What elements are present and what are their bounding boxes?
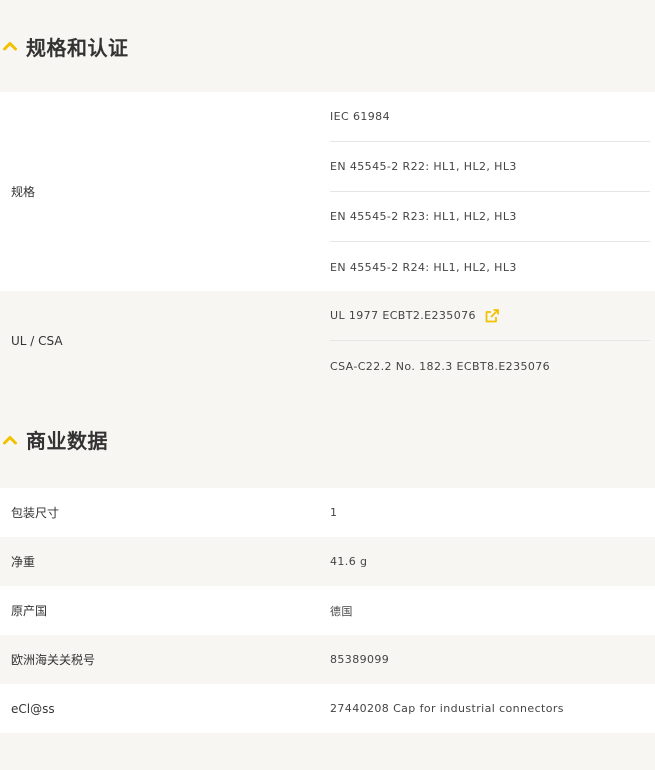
row-label: 包装尺寸: [11, 506, 60, 520]
row-values: IEC 61984 EN 45545-2 R22: HL1, HL2, HL3 …: [330, 92, 655, 291]
row-value: 85389099: [330, 653, 390, 666]
table-row: 包装尺寸 1: [0, 488, 655, 537]
section-title: 商业数据: [26, 429, 108, 453]
table-row: eCl@ss 27440208 Cap for industrial conne…: [0, 684, 655, 733]
row-value: IEC 61984: [330, 92, 650, 142]
commercial-table: 包装尺寸 1 净重 41.6 g 原产国 德国 欧洲海关关税号 85389099…: [0, 488, 655, 733]
chevron-up-icon[interactable]: [2, 434, 18, 446]
row-value: EN 45545-2 R24: HL1, HL2, HL3: [330, 260, 517, 274]
row-value: CSA-C22.2 No. 182.3 ECBT8.E235076: [330, 359, 551, 373]
row-label: 净重: [11, 555, 36, 569]
row-values: UL 1977 ECBT2.E235076 CSA-C22.2 No. 182.…: [330, 291, 655, 391]
row-value: 27440208 Cap for industrial connectors: [330, 702, 564, 715]
section-title: 规格和认证: [26, 35, 129, 60]
ul-value: UL 1977 ECBT2.E235076: [330, 309, 476, 322]
row-value: 1: [330, 506, 338, 519]
row-value: 41.6 g: [330, 555, 368, 568]
table-row: 规格 IEC 61984 EN 45545-2 R22: HL1, HL2, H…: [0, 92, 655, 291]
external-link-icon[interactable]: [484, 308, 500, 324]
row-label: 原产国: [11, 604, 48, 618]
row-label: 规格: [11, 185, 36, 199]
row-value: 德国: [330, 604, 353, 618]
table-row: 原产国 德国: [0, 586, 655, 635]
table-row: UL / CSA UL 1977 ECBT2.E235076 CSA-C22.2…: [0, 291, 655, 391]
row-label: eCl@ss: [11, 701, 55, 716]
standards-table: 规格 IEC 61984 EN 45545-2 R22: HL1, HL2, H…: [0, 92, 655, 391]
commercial-section-header[interactable]: 商业数据: [0, 391, 655, 488]
table-row: 欧洲海关关税号 85389099: [0, 635, 655, 684]
row-label: UL / CSA: [11, 334, 63, 348]
row-label: 欧洲海关关税号: [11, 653, 96, 667]
chevron-up-icon[interactable]: [2, 40, 18, 52]
standards-section-header[interactable]: 规格和认证: [0, 0, 655, 92]
row-value: EN 45545-2 R23: HL1, HL2, HL3: [330, 192, 650, 242]
row-value: EN 45545-2 R22: HL1, HL2, HL3: [330, 142, 650, 192]
table-row: 净重 41.6 g: [0, 537, 655, 586]
row-value: UL 1977 ECBT2.E235076: [330, 291, 650, 341]
